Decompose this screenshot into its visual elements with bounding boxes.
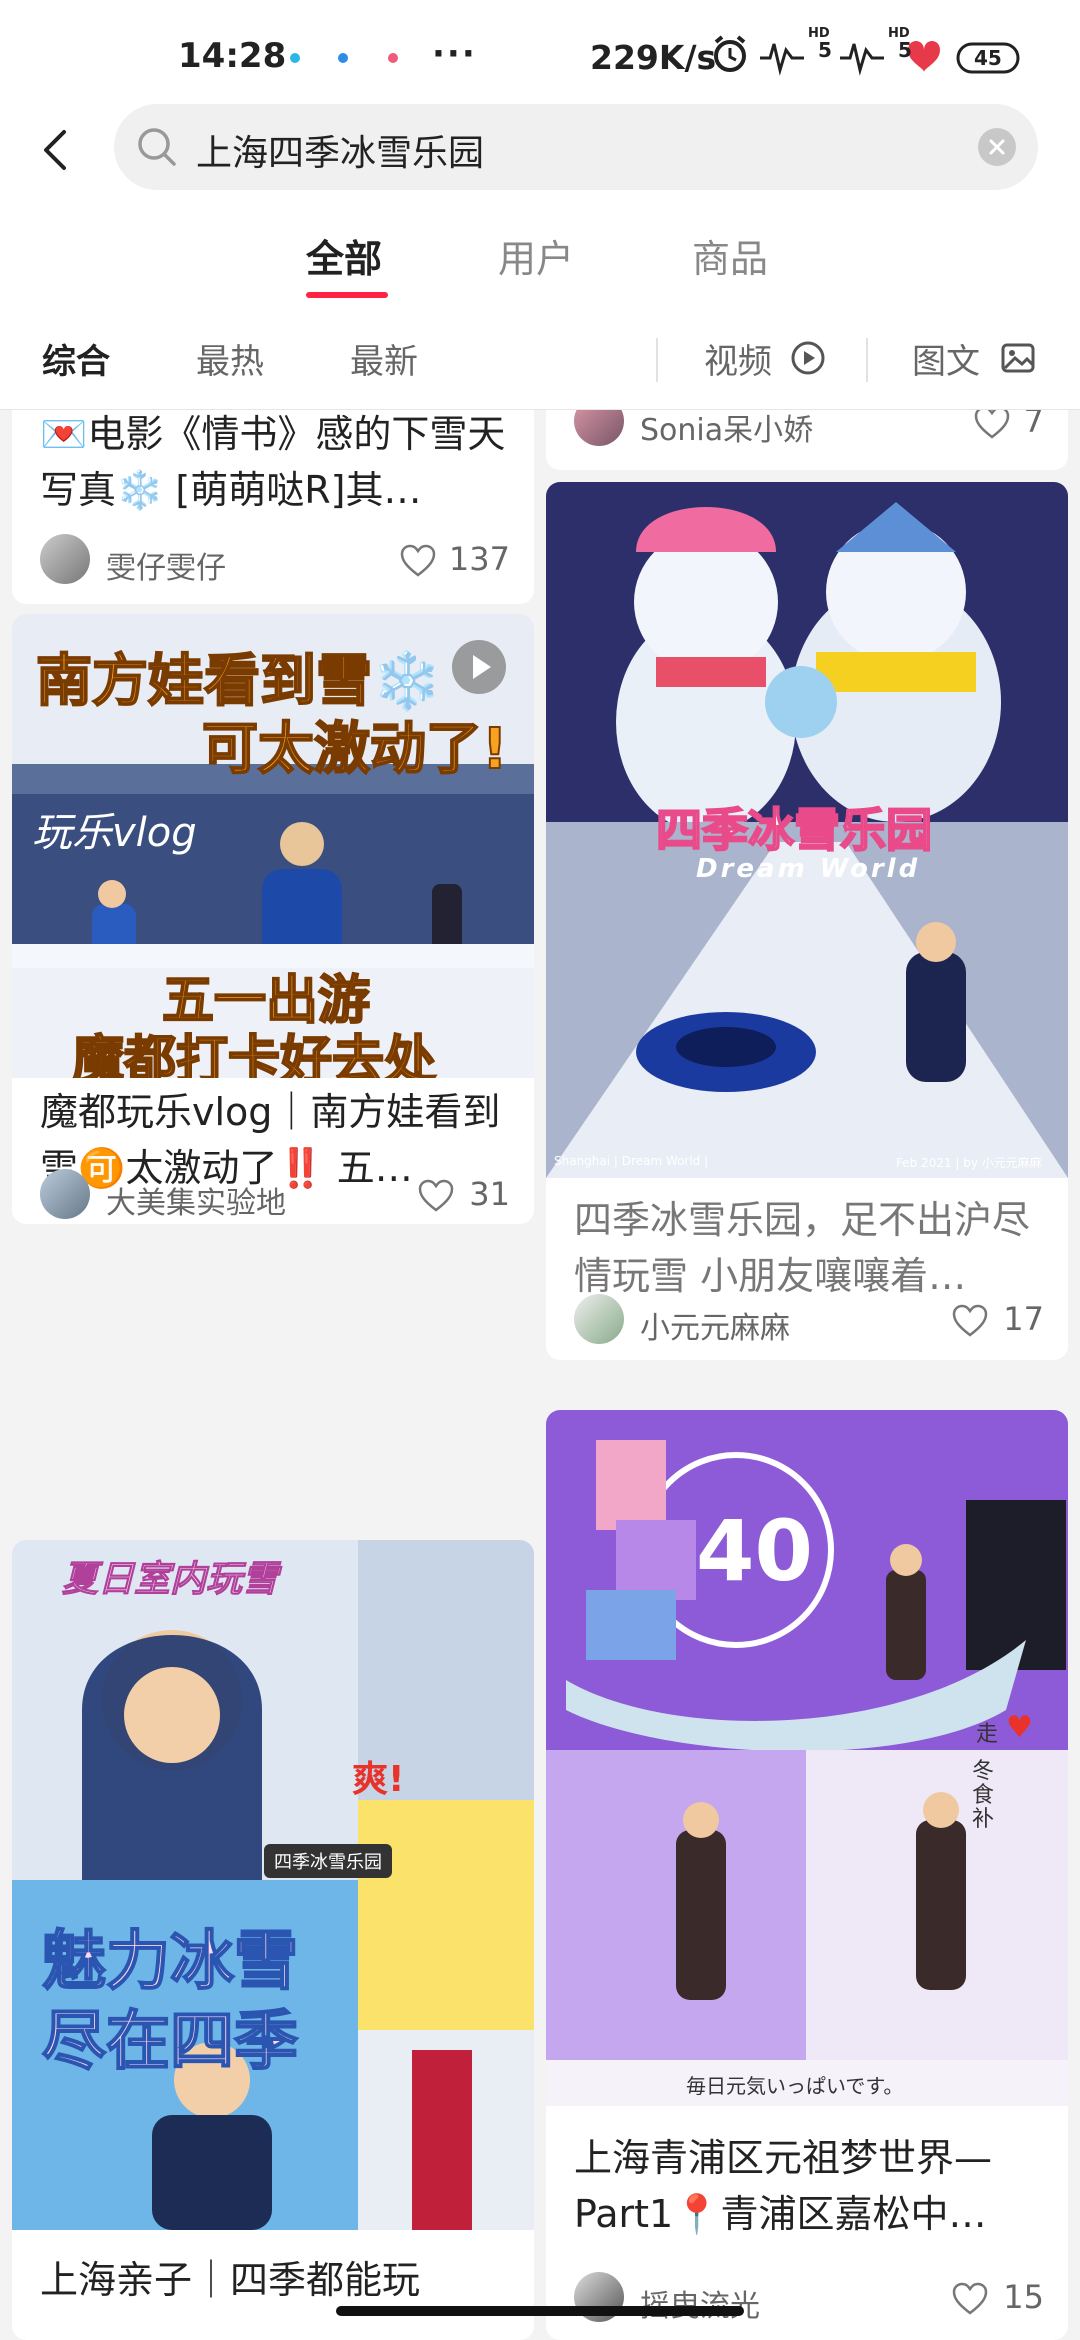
status-bar: 14:28 ··· 229K/s HD 5 HD 5 45 bbox=[0, 0, 1080, 110]
note-cover: 夏日室内玩雪 爽! 四季冰雪乐园 魅力冰雪 尽在四季 bbox=[12, 1540, 534, 2230]
filter-video[interactable]: 视频 bbox=[704, 334, 772, 383]
search-query: 上海四季冰雪乐园 bbox=[196, 133, 485, 174]
note-card[interactable]: 夏日室内玩雪 爽! 四季冰雪乐园 魅力冰雪 尽在四季 上海亲子｜四季都能玩 bbox=[12, 1540, 534, 2340]
search-header: 上海四季冰雪乐园 bbox=[0, 100, 1080, 200]
like-count: 15 bbox=[1003, 2278, 1044, 2316]
note-card[interactable]: 40 冬食补 走 ♥ 毎日元気いっぱいです。 上海青浦区元祖梦世界—Part1📍… bbox=[546, 1410, 1068, 2340]
note-title: 💌电影《情书》感的下雪天写真❄️ [萌萌哒R]其… bbox=[40, 412, 506, 512]
cover-text: 玩乐vlog bbox=[32, 810, 197, 856]
close-icon bbox=[989, 139, 1005, 155]
note-card[interactable]: 💌电影《情书》感的下雪天写真❄️ [萌萌哒R]其… 雯仔雯仔 137 bbox=[12, 410, 534, 604]
results-feed: 💌电影《情书》感的下雪天写真❄️ [萌萌哒R]其… 雯仔雯仔 137 南方娃看到… bbox=[0, 410, 1080, 2340]
back-button[interactable] bbox=[28, 120, 88, 180]
author-name[interactable]: 小元元麻麻 bbox=[640, 1303, 790, 1347]
note-cover: 40 冬食补 走 ♥ 毎日元気いっぱいです。 bbox=[546, 1410, 1068, 2106]
note-meta: 雯仔雯仔 137 bbox=[40, 534, 510, 586]
note-card[interactable]: Sonia呆小娇 7 bbox=[546, 410, 1068, 470]
note-title: 四季冰雪乐园，足不出沪尽情玩雪 小朋友嚷嚷着… bbox=[574, 1198, 1031, 1298]
cover-text: 四季冰雪乐园 bbox=[655, 802, 933, 858]
avatar[interactable] bbox=[40, 1169, 90, 1219]
status-more-icon: ··· bbox=[432, 34, 477, 74]
active-tab-indicator bbox=[306, 292, 388, 298]
like-count: 7 bbox=[1023, 410, 1044, 440]
author-name[interactable]: 大美集实验地 bbox=[106, 1178, 286, 1222]
heart-icon[interactable] bbox=[952, 1304, 988, 1338]
cover-text: 可太激动了! bbox=[201, 716, 509, 783]
note-card[interactable]: 南方娃看到雪❄️ 可太激动了! 玩乐vlog 五一出游 魔都打卡好去处 魔都玩乐… bbox=[12, 614, 534, 1224]
image-icon bbox=[1001, 343, 1035, 373]
sort-newest[interactable]: 最新 bbox=[350, 334, 418, 383]
author-name[interactable]: 雯仔雯仔 bbox=[106, 543, 226, 587]
cover-text: Feb 2021 | by 小元元麻麻 bbox=[896, 1156, 1042, 1170]
divider bbox=[866, 338, 868, 382]
filter-bar: 综合 最热 最新 视频 图文 bbox=[0, 310, 1080, 410]
video-play-icon bbox=[452, 640, 506, 694]
home-indicator[interactable] bbox=[336, 2306, 744, 2316]
like-count: 31 bbox=[469, 1175, 510, 1213]
cover-text: 夏日室内玩雪 bbox=[61, 1559, 279, 1601]
divider bbox=[656, 338, 658, 382]
cover-text: 魔都打卡好去处 bbox=[71, 1030, 437, 1078]
cover-text: 毎日元気いっぱいです。 bbox=[686, 2074, 904, 2098]
note-title: 上海亲子｜四季都能玩 bbox=[40, 2258, 421, 2302]
author-name[interactable]: 摇曳流光 bbox=[640, 2281, 760, 2325]
note-cover: 四季冰雪乐园 Dream World Shanghai | Dream Worl… bbox=[546, 482, 1068, 1178]
note-cover: 南方娃看到雪❄️ 可太激动了! 玩乐vlog bbox=[12, 614, 534, 968]
clear-search-button[interactable] bbox=[978, 128, 1016, 166]
note-card[interactable]: 四季冰雪乐园 Dream World Shanghai | Dream Worl… bbox=[546, 482, 1068, 1360]
status-icons: HD 5 HD 5 45 bbox=[708, 26, 1038, 80]
avatar[interactable] bbox=[574, 1294, 624, 1344]
heart-icon: ♥ bbox=[1006, 1710, 1033, 1745]
filter-image-text[interactable]: 图文 bbox=[912, 334, 980, 383]
sort-hottest[interactable]: 最热 bbox=[196, 334, 264, 383]
back-arrow-icon bbox=[44, 130, 66, 170]
like-count: 137 bbox=[448, 540, 510, 578]
note-title: 上海青浦区元祖梦世界—Part1📍青浦区嘉松中… bbox=[574, 2136, 993, 2236]
note-meta: Sonia呆小娇 7 bbox=[574, 410, 1044, 448]
cover-text: Dream World bbox=[696, 854, 921, 884]
heart-icon[interactable] bbox=[400, 544, 436, 578]
cover-text: 魅力冰雪 bbox=[41, 1924, 299, 2000]
avatar[interactable] bbox=[40, 534, 90, 584]
network-speed: 229K/s bbox=[590, 38, 717, 77]
search-input[interactable]: 上海四季冰雪乐园 bbox=[114, 104, 1038, 190]
tab-all[interactable]: 全部 bbox=[306, 228, 382, 283]
status-time: 14:28 bbox=[178, 36, 287, 76]
signal-label: 5 bbox=[898, 38, 912, 62]
author-name[interactable]: Sonia呆小娇 bbox=[640, 410, 813, 449]
like-count: 17 bbox=[1003, 1300, 1044, 1338]
search-icon bbox=[138, 128, 176, 166]
note-cover: 五一出游 魔都打卡好去处 bbox=[12, 968, 534, 1078]
cover-text: 四季冰雪乐园 bbox=[264, 1844, 392, 1878]
note-meta: 大美集实验地 31 bbox=[40, 1169, 510, 1221]
result-tabs: 全部 用户 商品 bbox=[0, 200, 1080, 310]
heart-icon[interactable] bbox=[418, 1179, 454, 1213]
note-meta: 小元元麻麻 17 bbox=[574, 1294, 1044, 1346]
cover-text: 走 bbox=[976, 1722, 999, 1747]
avatar[interactable] bbox=[574, 410, 624, 446]
notification-dot-icon bbox=[388, 53, 398, 63]
battery-level: 45 bbox=[974, 46, 1002, 70]
cover-text: Shanghai | Dream World | bbox=[554, 1154, 709, 1168]
heart-icon[interactable] bbox=[952, 2282, 988, 2316]
cover-text: 冬食补 bbox=[972, 1759, 995, 1832]
notification-dot-icon bbox=[290, 53, 300, 63]
signal-label: 5 bbox=[818, 38, 832, 62]
sort-comprehensive[interactable]: 综合 bbox=[42, 334, 110, 383]
heart-icon[interactable] bbox=[974, 410, 1010, 440]
tab-users[interactable]: 用户 bbox=[498, 228, 574, 283]
cover-text: 40 bbox=[696, 1502, 813, 1600]
cover-text: 爽! bbox=[352, 1759, 405, 1800]
cover-text: 尽在四季 bbox=[41, 2004, 299, 2080]
tab-products[interactable]: 商品 bbox=[692, 228, 768, 283]
play-circle-icon bbox=[791, 341, 825, 375]
notification-dot-icon bbox=[338, 53, 348, 63]
note-meta: 摇曳流光 15 bbox=[574, 2272, 1044, 2324]
